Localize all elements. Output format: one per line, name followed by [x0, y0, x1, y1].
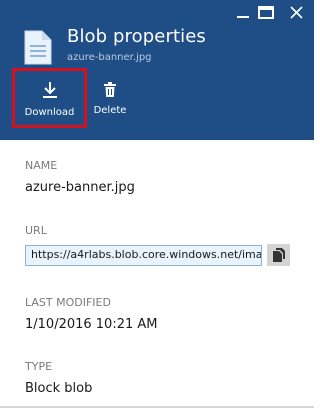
blade-header: Blob properties azure-banner.jpg Downloa… — [0, 0, 314, 140]
name-value: azure-banner.jpg — [25, 180, 135, 195]
last-modified-label: LAST MODIFIED — [25, 296, 111, 309]
url-label: URL — [25, 224, 47, 237]
minimize-icon[interactable] — [234, 4, 256, 22]
delete-button[interactable]: Delete — [91, 68, 129, 128]
blade-title: Blob properties — [67, 26, 206, 47]
copy-button[interactable] — [267, 244, 290, 266]
blade-subtitle: azure-banner.jpg — [67, 52, 152, 63]
type-value: Block blob — [25, 381, 93, 396]
copy-icon — [272, 247, 285, 262]
type-label: TYPE — [25, 360, 53, 373]
document-icon — [23, 30, 53, 65]
url-field[interactable]: https://a4rlabs.blob.core.windows.net/im… — [25, 245, 262, 266]
download-label: Download — [24, 107, 75, 118]
maximize-icon[interactable] — [257, 4, 279, 22]
last-modified-value: 1/10/2016 10:21 AM — [25, 317, 158, 332]
download-button[interactable]: Download — [12, 68, 87, 128]
trash-icon — [104, 82, 116, 97]
name-label: NAME — [25, 159, 58, 172]
download-icon — [42, 82, 57, 98]
close-icon[interactable] — [286, 4, 308, 22]
delete-label: Delete — [93, 105, 127, 116]
